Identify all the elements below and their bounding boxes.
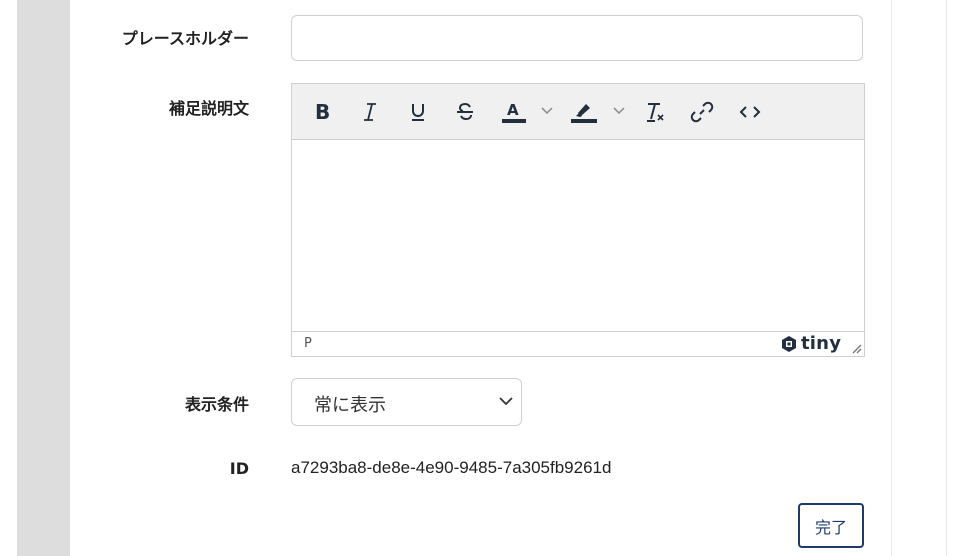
- brand-name: tiny: [801, 333, 842, 354]
- italic-icon[interactable]: [353, 95, 387, 129]
- display-condition-label: 表示条件: [184, 395, 249, 414]
- panel-divider: [891, 0, 892, 556]
- placeholder-input[interactable]: [291, 15, 863, 61]
- text-color-icon[interactable]: A: [497, 95, 531, 129]
- highlight-color-icon[interactable]: [567, 95, 601, 129]
- select-value: 常に表示: [314, 395, 386, 416]
- id-value: a7293ba8-de8e-4e90-9485-7a305fb9261d: [291, 458, 612, 477]
- editor-toolbar: B A: [292, 84, 864, 140]
- display-condition-select[interactable]: 常に表示: [291, 378, 522, 426]
- chevron-down-icon[interactable]: [539, 102, 555, 120]
- resize-handle-icon[interactable]: [850, 342, 862, 354]
- id-label: ID: [229, 459, 249, 478]
- done-button[interactable]: 完了: [798, 503, 864, 548]
- clear-formatting-icon[interactable]: [638, 95, 672, 129]
- strikethrough-icon[interactable]: [448, 95, 482, 129]
- outer-divider: [946, 0, 947, 556]
- placeholder-label: プレースホルダー: [121, 29, 249, 48]
- chevron-down-icon: [499, 397, 513, 406]
- source-code-icon[interactable]: [733, 95, 767, 129]
- editor-statusbar: P tiny: [292, 331, 864, 357]
- link-icon[interactable]: [685, 95, 719, 129]
- element-path[interactable]: P: [304, 336, 312, 351]
- side-band: [17, 0, 70, 556]
- chevron-down-icon[interactable]: [611, 102, 627, 120]
- left-gutter: [0, 0, 17, 556]
- tiny-logo-icon: [782, 335, 796, 352]
- editor-content-area[interactable]: [292, 140, 864, 331]
- svg-text:A: A: [507, 101, 519, 119]
- rich-text-editor: B A P tiny: [291, 83, 865, 357]
- tiny-brand[interactable]: tiny: [780, 333, 841, 354]
- bold-icon[interactable]: B: [305, 95, 339, 129]
- underline-icon[interactable]: [401, 95, 435, 129]
- svg-text:B: B: [315, 101, 330, 123]
- description-label: 補足説明文: [168, 99, 249, 118]
